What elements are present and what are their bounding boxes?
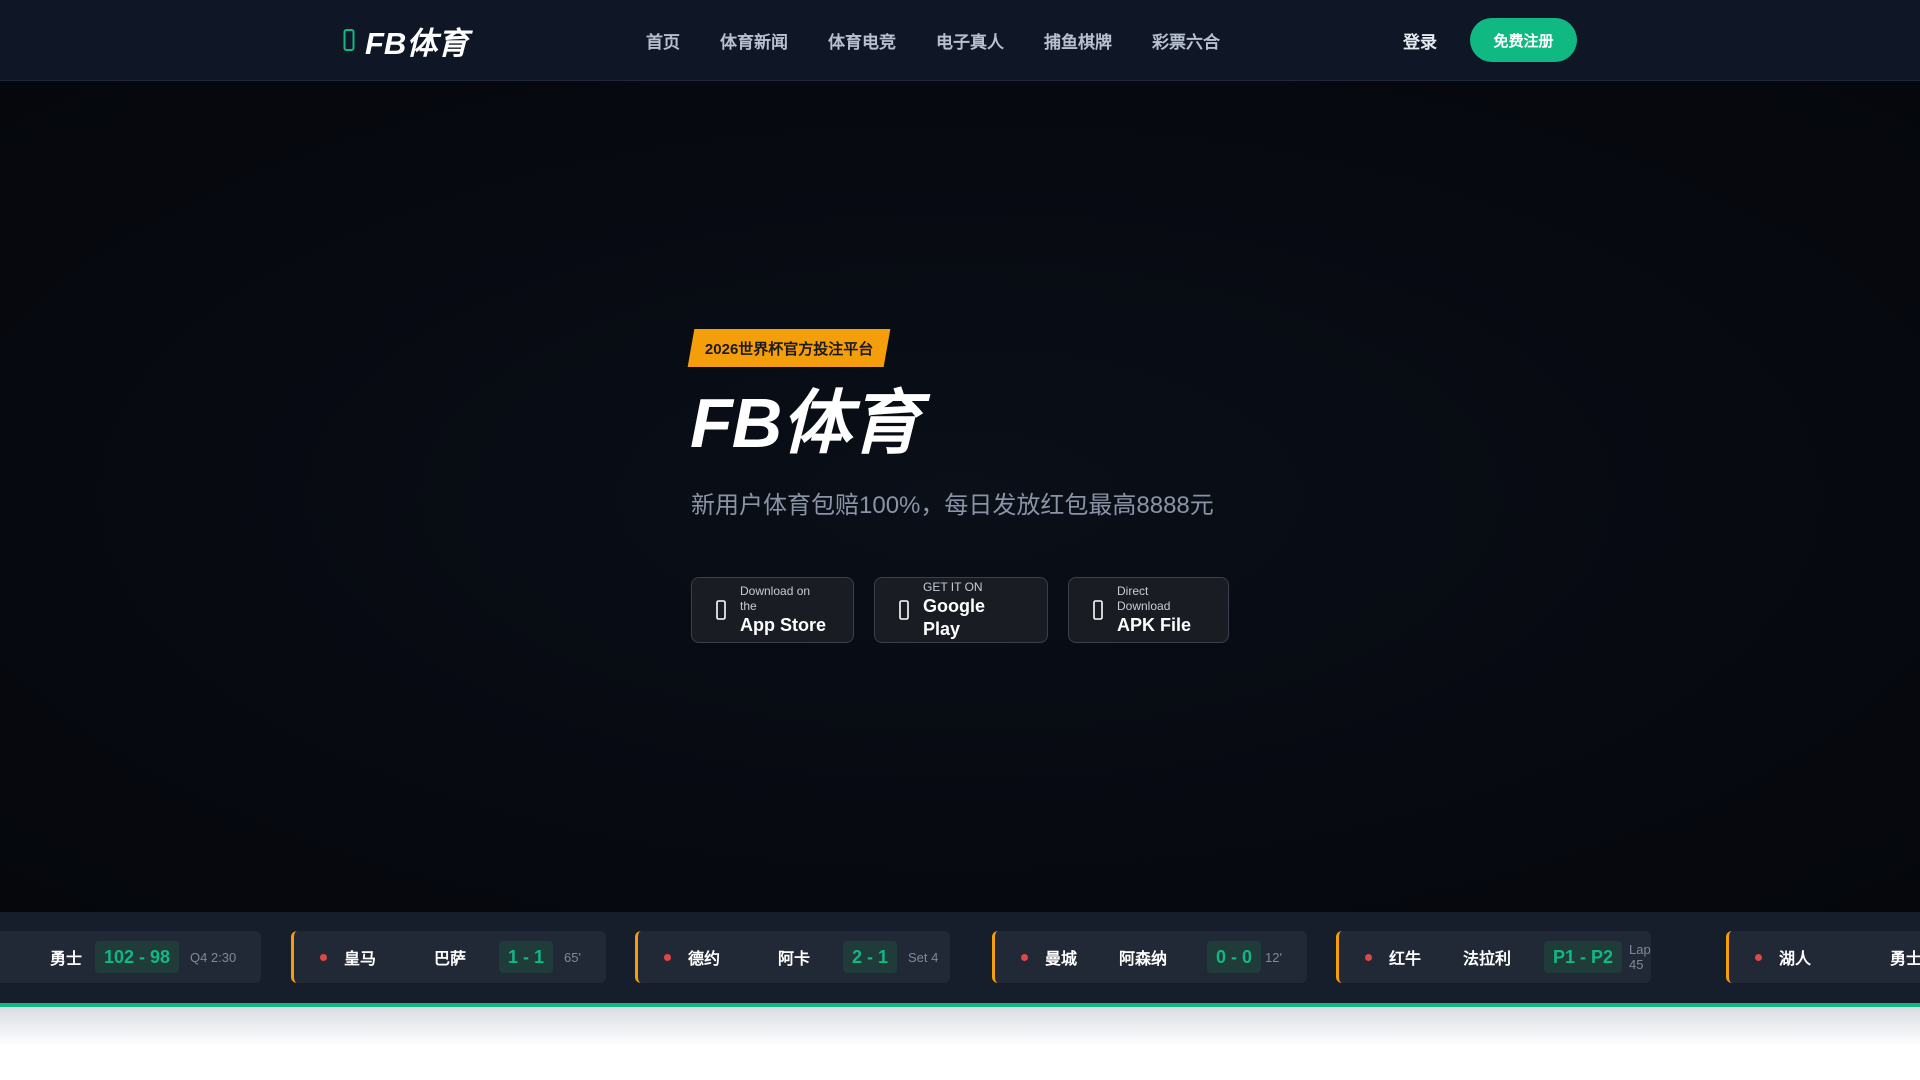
live-score-ticker: 勇士 102 - 98 Q4 2:30 皇马 巴萨 1 - 1 65' 德约 阿… [0, 912, 1920, 1004]
match-card[interactable]: 德约 阿卡 2 - 1 Set 4 [635, 931, 950, 983]
match-score: 1 - 1 [499, 941, 554, 973]
match-card[interactable]: 曼城 阿森纳 0 - 0 12' [992, 931, 1307, 983]
team-a: 皇马 [344, 951, 377, 968]
match-status: 12' [1265, 949, 1282, 965]
live-dot-icon [1021, 954, 1028, 961]
android-icon [1093, 599, 1103, 621]
match-score: 102 - 98 [95, 941, 180, 973]
team-a: 红牛 [1389, 951, 1422, 968]
google-play-small: GET IT ON [923, 579, 983, 594]
team-b: 勇士 [1890, 951, 1920, 968]
apple-icon [716, 599, 726, 621]
hero-title: FB体育 [690, 384, 920, 462]
live-dot-icon [1755, 954, 1762, 961]
site-logo[interactable]: FB体育 [343, 18, 468, 62]
match-score: 0 - 0 [1207, 941, 1262, 973]
app-store-button[interactable]: Download on the App Store [691, 577, 854, 643]
team-b: 阿森纳 [1118, 951, 1167, 968]
app-store-text: Download on the App Store [740, 584, 829, 637]
nav-item-esports[interactable]: 体育电竞 [828, 28, 896, 53]
register-button[interactable]: 免费注册 [1470, 18, 1577, 62]
match-score: P1 - P2 [1544, 941, 1623, 973]
nav-item-live-casino[interactable]: 电子真人 [936, 28, 1004, 53]
team-b: 法拉利 [1462, 951, 1511, 968]
promo-badge: 2026世界杯官方投注平台 [687, 329, 891, 367]
team-a: 湖人 [1779, 951, 1812, 968]
google-play-big: Google Play [923, 595, 985, 639]
match-status: Lap 45 [1629, 942, 1651, 972]
team-b: 巴萨 [433, 951, 466, 968]
team-b: 阿卡 [777, 951, 810, 968]
page: FB体育 首页 体育新闻 体育电竞 电子真人 捕鱼棋牌 彩票六合 登录 免费注册… [0, 0, 1920, 1080]
app-store-big: App Store [740, 614, 827, 635]
live-dot-icon [1365, 954, 1372, 961]
login-link[interactable]: 登录 [1403, 0, 1437, 80]
match-card[interactable]: 红牛 法拉利 P1 - P2 Lap 45 [1336, 931, 1651, 983]
match-card[interactable]: 湖人 勇士 [1726, 931, 1920, 983]
apk-big: APK File [1117, 614, 1192, 635]
nav-item-home[interactable]: 首页 [646, 28, 680, 53]
match-card[interactable]: 勇士 102 - 98 Q4 2:30 [0, 931, 261, 983]
match-score: 2 - 1 [843, 941, 898, 973]
live-dot-icon [320, 954, 327, 961]
google-play-icon [899, 599, 909, 621]
apk-text: Direct Download APK File [1117, 584, 1204, 637]
google-play-button[interactable]: GET IT ON Google Play [874, 577, 1048, 643]
match-card[interactable]: 皇马 巴萨 1 - 1 65' [291, 931, 606, 983]
nav-item-lottery[interactable]: 彩票六合 [1152, 28, 1220, 53]
team-a: 曼城 [1045, 951, 1078, 968]
google-play-text: GET IT ON Google Play [923, 580, 1023, 641]
nav-item-sports-news[interactable]: 体育新闻 [720, 28, 788, 53]
main-nav: 首页 体育新闻 体育电竞 电子真人 捕鱼棋牌 彩票六合 [646, 0, 1220, 80]
apk-download-button[interactable]: Direct Download APK File [1068, 577, 1229, 643]
logo-icon [343, 27, 355, 53]
live-dot-icon [664, 954, 671, 961]
match-status: 65' [564, 949, 581, 965]
match-status: Q4 2:30 [190, 949, 237, 965]
app-store-small: Download on the [740, 583, 811, 613]
apk-small: Direct Download [1117, 583, 1171, 613]
team-a: 德约 [688, 951, 721, 968]
team-b: 勇士 [50, 951, 83, 968]
top-header: FB体育 首页 体育新闻 体育电竞 电子真人 捕鱼棋牌 彩票六合 登录 免费注册 [0, 0, 1920, 81]
ticker-shadow [0, 1007, 1920, 1047]
match-status: Set 4 [908, 949, 939, 965]
hero-subtitle: 新用户体育包赔100%，每日发放红包最高8888元 [691, 492, 1214, 519]
download-buttons: Download on the App Store GET IT ON Goog… [691, 577, 1229, 643]
logo-text: FB体育 [365, 25, 469, 61]
nav-item-fishing-cards[interactable]: 捕鱼棋牌 [1044, 28, 1112, 53]
promo-badge-text: 2026世界杯官方投注平台 [704, 340, 874, 358]
